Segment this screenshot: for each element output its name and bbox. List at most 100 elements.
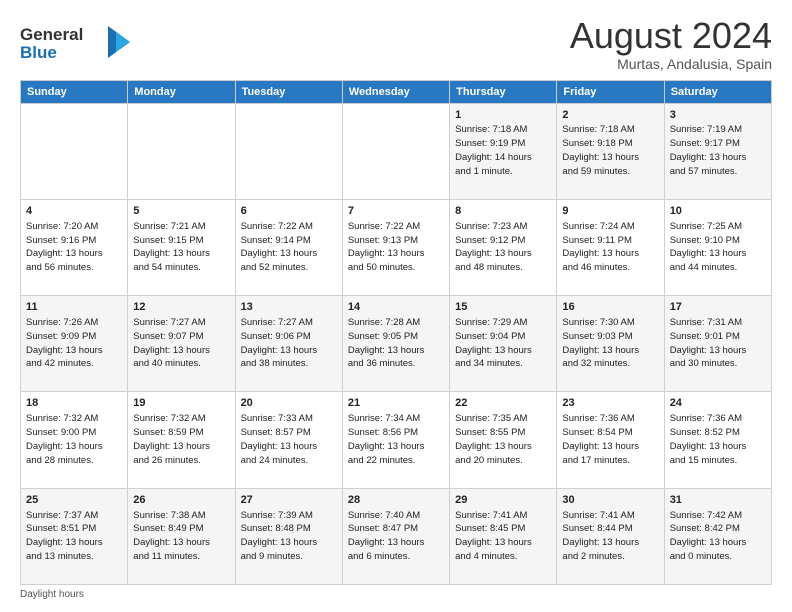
calendar-cell: 25 Sunrise: 7:37 AMSunset: 8:51 PMDayligh… (21, 488, 128, 584)
day-number: 11 (26, 300, 122, 315)
calendar-cell: 10 Sunrise: 7:25 AMSunset: 9:10 PMDayligh… (664, 199, 771, 295)
day-number: 20 (241, 396, 337, 411)
day-number: 6 (241, 204, 337, 219)
calendar-cell: 11 Sunrise: 7:26 AMSunset: 9:09 PMDayligh… (21, 296, 128, 392)
calendar-cell: 14Sunrise: 7:28 AMSunset: 9:05 PMDayligh… (342, 296, 449, 392)
day-info: Sunrise: 7:19 AMSunset: 9:17 PMDaylight:… (670, 124, 747, 176)
day-info: Sunrise: 7:21 AMSunset: 9:15 PMDaylight:… (133, 221, 210, 273)
day-info: Sunrise: 7:18 AMSunset: 9:19 PMDaylight:… (455, 124, 532, 176)
calendar-cell: 2Sunrise: 7:18 AMSunset: 9:18 PMDaylight… (557, 103, 664, 199)
day-number: 12 (133, 300, 229, 315)
day-info: Sunrise: 7:41 AMSunset: 8:44 PMDaylight:… (562, 510, 639, 562)
day-number: 4 (26, 204, 122, 219)
calendar-cell: 16 Sunrise: 7:30 AMSunset: 9:03 PMDayligh… (557, 296, 664, 392)
day-number: 3 (670, 108, 766, 123)
day-number: 27 (241, 493, 337, 508)
day-info: Sunrise: 7:42 AMSunset: 8:42 PMDaylight:… (670, 510, 747, 562)
calendar-cell: 23 Sunrise: 7:36 AMSunset: 8:54 PMDayligh… (557, 392, 664, 488)
day-info: Sunrise: 7:18 AMSunset: 9:18 PMDaylight:… (562, 124, 639, 176)
month-year-title: August 2024 (570, 16, 772, 56)
logo-text: General Blue (20, 20, 130, 69)
day-number: 24 (670, 396, 766, 411)
day-info: Sunrise: 7:27 AMSunset: 9:06 PMDaylight:… (241, 317, 318, 369)
calendar-table: SundayMondayTuesdayWednesdayThursdayFrid… (20, 80, 772, 585)
day-info: Sunrise: 7:30 AMSunset: 9:03 PMDaylight:… (562, 317, 639, 369)
calendar-cell: 29 Sunrise: 7:41 AMSunset: 8:45 PMDayligh… (450, 488, 557, 584)
day-info: Sunrise: 7:20 AMSunset: 9:16 PMDaylight:… (26, 221, 103, 273)
day-number: 30 (562, 493, 658, 508)
day-info: Sunrise: 7:29 AMSunset: 9:04 PMDaylight:… (455, 317, 532, 369)
page: General Blue August 2024 Murtas, Andalus… (0, 0, 792, 612)
day-info: Sunrise: 7:24 AMSunset: 9:11 PMDaylight:… (562, 221, 639, 273)
calendar-cell: 24 Sunrise: 7:36 AMSunset: 8:52 PMDayligh… (664, 392, 771, 488)
day-number: 29 (455, 493, 551, 508)
day-info: Sunrise: 7:28 AMSunset: 9:05 PMDaylight:… (348, 317, 425, 369)
day-info: Sunrise: 7:26 AMSunset: 9:09 PMDaylight:… (26, 317, 103, 369)
day-info: Sunrise: 7:34 AMSunset: 8:56 PMDaylight:… (348, 413, 425, 465)
calendar-cell: 15Sunrise: 7:29 AMSunset: 9:04 PMDayligh… (450, 296, 557, 392)
calendar-cell: 26 Sunrise: 7:38 AMSunset: 8:49 PMDayligh… (128, 488, 235, 584)
calendar-cell: 6Sunrise: 7:22 AMSunset: 9:14 PMDaylight… (235, 199, 342, 295)
calendar-week-row: 1Sunrise: 7:18 AMSunset: 9:19 PMDaylight… (21, 103, 772, 199)
day-info: Sunrise: 7:38 AMSunset: 8:49 PMDaylight:… (133, 510, 210, 562)
calendar-cell: 19Sunrise: 7:32 AMSunset: 8:59 PMDayligh… (128, 392, 235, 488)
day-number: 18 (26, 396, 122, 411)
day-number: 17 (670, 300, 766, 315)
day-number: 26 (133, 493, 229, 508)
calendar-week-row: 4 Sunrise: 7:20 AMSunset: 9:16 PMDaylight… (21, 199, 772, 295)
calendar-cell: 30 Sunrise: 7:41 AMSunset: 8:44 PMDayligh… (557, 488, 664, 584)
footer: Daylight hours (20, 589, 772, 600)
day-number: 22 (455, 396, 551, 411)
day-info: Sunrise: 7:32 AMSunset: 9:00 PMDaylight:… (26, 413, 103, 465)
calendar-cell: 17 Sunrise: 7:31 AMSunset: 9:01 PMDayligh… (664, 296, 771, 392)
day-number: 9 (562, 204, 658, 219)
calendar-cell: 22 Sunrise: 7:35 AMSunset: 8:55 PMDayligh… (450, 392, 557, 488)
day-info: Sunrise: 7:35 AMSunset: 8:55 PMDaylight:… (455, 413, 532, 465)
calendar-cell: 5 Sunrise: 7:21 AMSunset: 9:15 PMDaylight… (128, 199, 235, 295)
day-info: Sunrise: 7:36 AMSunset: 8:54 PMDaylight:… (562, 413, 639, 465)
calendar-cell (128, 103, 235, 199)
day-number: 1 (455, 108, 551, 123)
day-number: 23 (562, 396, 658, 411)
calendar-cell: 31 Sunrise: 7:42 AMSunset: 8:42 PMDayligh… (664, 488, 771, 584)
weekday-header: Friday (557, 80, 664, 103)
day-number: 13 (241, 300, 337, 315)
calendar-cell: 1Sunrise: 7:18 AMSunset: 9:19 PMDaylight… (450, 103, 557, 199)
calendar-cell: 3Sunrise: 7:19 AMSunset: 9:17 PMDaylight… (664, 103, 771, 199)
day-info: Sunrise: 7:36 AMSunset: 8:52 PMDaylight:… (670, 413, 747, 465)
weekday-header: Thursday (450, 80, 557, 103)
logo: General Blue (20, 20, 130, 69)
day-number: 5 (133, 204, 229, 219)
day-info: Sunrise: 7:23 AMSunset: 9:12 PMDaylight:… (455, 221, 532, 273)
calendar-cell: 9 Sunrise: 7:24 AMSunset: 9:11 PMDaylight… (557, 199, 664, 295)
weekday-header: Sunday (21, 80, 128, 103)
day-number: 16 (562, 300, 658, 315)
calendar-cell: 27Sunrise: 7:39 AMSunset: 8:48 PMDayligh… (235, 488, 342, 584)
day-number: 31 (670, 493, 766, 508)
calendar-cell (342, 103, 449, 199)
day-info: Sunrise: 7:32 AMSunset: 8:59 PMDaylight:… (133, 413, 210, 465)
header: General Blue August 2024 Murtas, Andalus… (20, 16, 772, 72)
day-info: Sunrise: 7:25 AMSunset: 9:10 PMDaylight:… (670, 221, 747, 273)
day-number: 10 (670, 204, 766, 219)
weekday-header: Wednesday (342, 80, 449, 103)
day-info: Sunrise: 7:31 AMSunset: 9:01 PMDaylight:… (670, 317, 747, 369)
calendar-cell: 21Sunrise: 7:34 AMSunset: 8:56 PMDayligh… (342, 392, 449, 488)
calendar-week-row: 11 Sunrise: 7:26 AMSunset: 9:09 PMDayligh… (21, 296, 772, 392)
weekday-header-row: SundayMondayTuesdayWednesdayThursdayFrid… (21, 80, 772, 103)
calendar-cell: 28 Sunrise: 7:40 AMSunset: 8:47 PMDayligh… (342, 488, 449, 584)
weekday-header: Monday (128, 80, 235, 103)
day-info: Sunrise: 7:22 AMSunset: 9:13 PMDaylight:… (348, 221, 425, 273)
svg-text:General: General (20, 25, 83, 44)
location-subtitle: Murtas, Andalusia, Spain (570, 56, 772, 72)
daylight-label: Daylight hours (20, 589, 84, 600)
weekday-header: Tuesday (235, 80, 342, 103)
day-number: 28 (348, 493, 444, 508)
day-info: Sunrise: 7:37 AMSunset: 8:51 PMDaylight:… (26, 510, 103, 562)
day-info: Sunrise: 7:40 AMSunset: 8:47 PMDaylight:… (348, 510, 425, 562)
day-info: Sunrise: 7:41 AMSunset: 8:45 PMDaylight:… (455, 510, 532, 562)
calendar-cell (235, 103, 342, 199)
day-number: 8 (455, 204, 551, 219)
day-number: 25 (26, 493, 122, 508)
title-block: August 2024 Murtas, Andalusia, Spain (570, 16, 772, 72)
